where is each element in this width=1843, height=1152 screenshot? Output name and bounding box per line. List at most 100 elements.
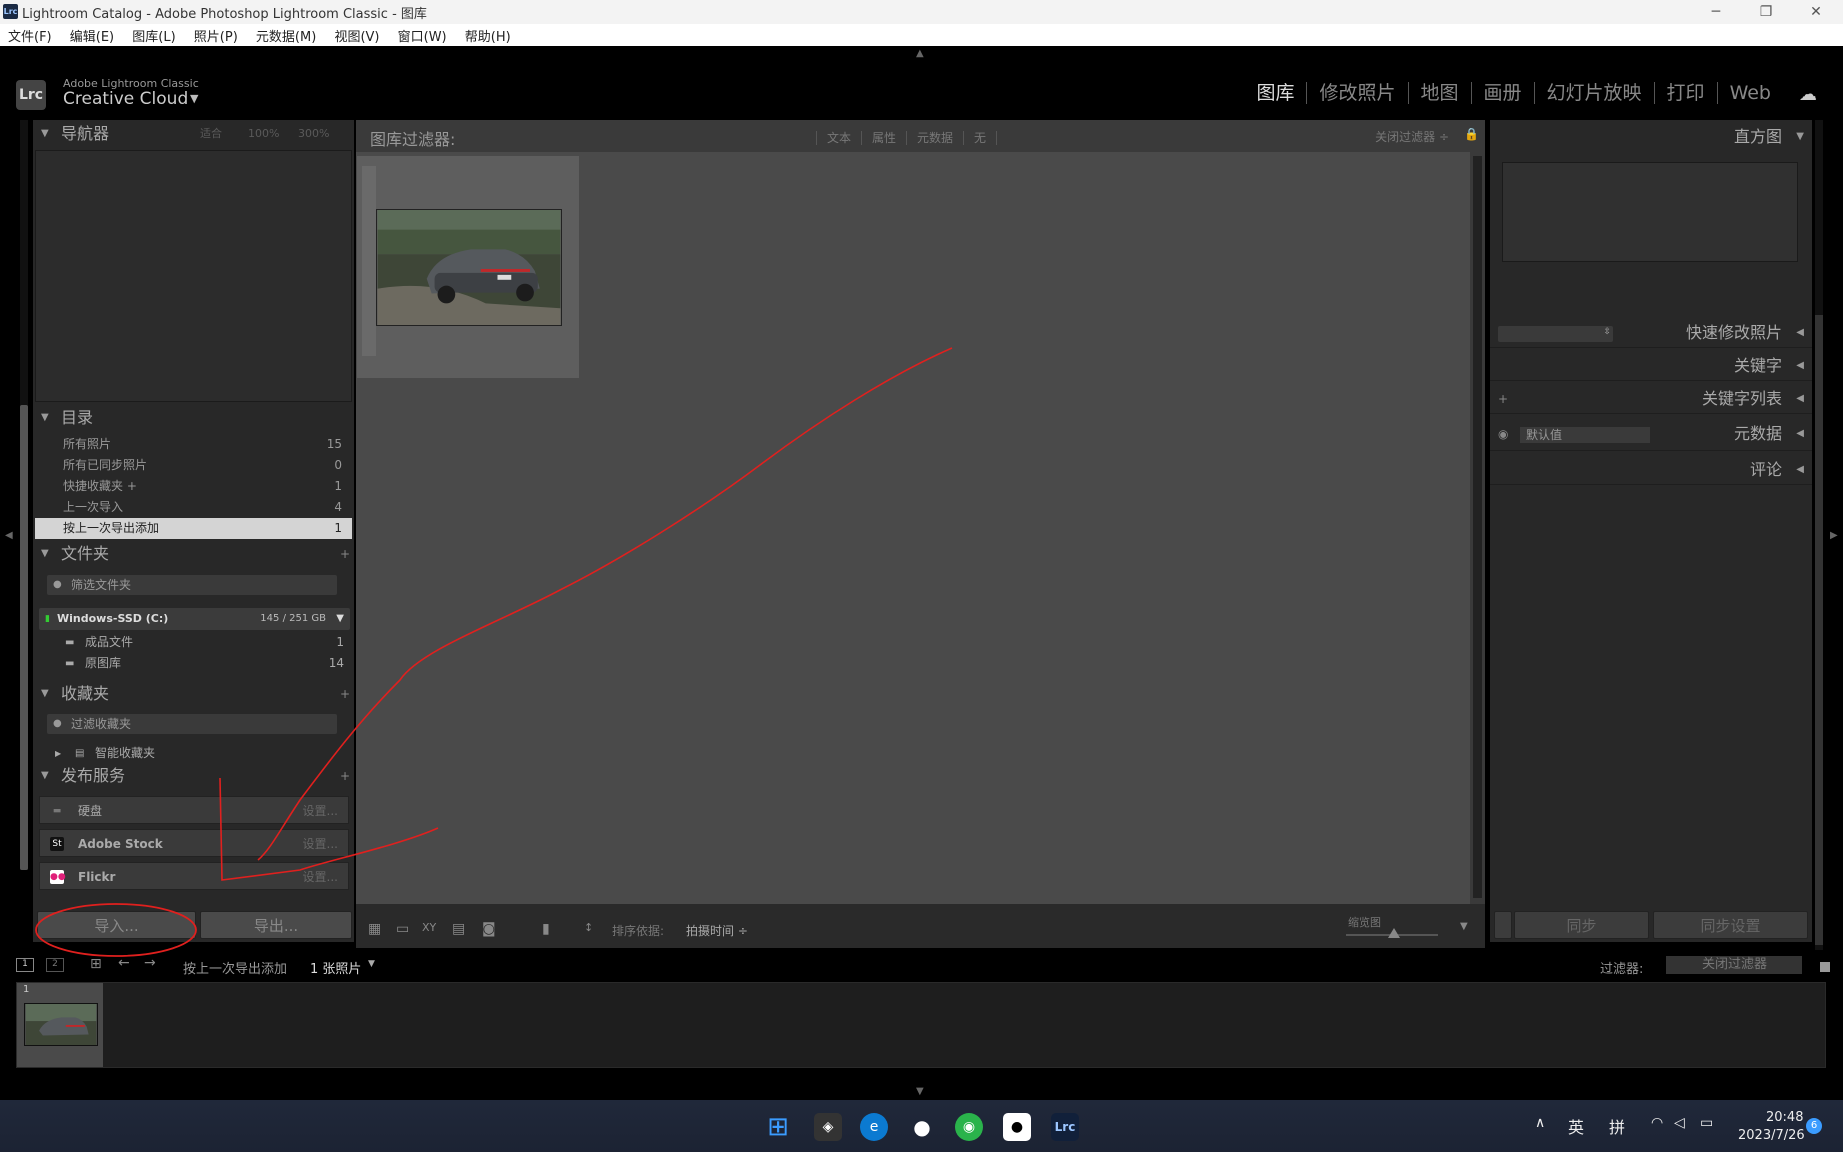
filter-preset-dropdown[interactable]: 关闭过滤器 ÷ <box>1375 128 1449 145</box>
widgets-icon[interactable]: ◈ <box>814 1113 842 1141</box>
catalog-header[interactable]: ▼ 目录 <box>33 404 354 432</box>
left-panel-toggle-icon[interactable]: ◀ <box>5 530 13 541</box>
volume-row[interactable]: ▮ Windows-SSD (C:) 145 / 251 GB ▼ <box>39 608 350 630</box>
zoom-fit[interactable]: 适合 <box>200 120 222 148</box>
filter-attribute[interactable]: 属性 <box>861 131 907 145</box>
right-panel-scrollbar[interactable] <box>1815 120 1823 950</box>
wifi-icon[interactable]: ◠ <box>1651 1115 1663 1131</box>
menu-view[interactable]: 视图(V) <box>326 24 379 45</box>
eye-icon[interactable]: ◉ <box>1498 419 1508 449</box>
notification-badge[interactable]: 6 <box>1806 1118 1822 1134</box>
clock-time[interactable]: 20:48 <box>1766 1110 1803 1125</box>
folders-header[interactable]: ▼ 文件夹 + <box>33 540 354 568</box>
setup-button[interactable]: 设置... <box>303 863 338 891</box>
forward-arrow-icon[interactable]: → <box>144 955 156 971</box>
export-button[interactable]: 导出... <box>200 911 352 939</box>
catalog-item[interactable]: 所有已同步照片 0 <box>35 455 352 476</box>
histogram-header[interactable]: 直方图 ▼ <box>1490 122 1812 152</box>
people-view-icon[interactable]: ◙ <box>482 921 496 937</box>
add-publish-service-icon[interactable]: + <box>340 762 350 790</box>
folder-item[interactable]: ▬ 原图库 14 <box>39 653 350 674</box>
expand-triangle-icon[interactable]: ▶ <box>55 743 61 764</box>
catalog-item[interactable]: 所有照片 15 <box>35 434 352 455</box>
volume-icon[interactable]: ◁ <box>1674 1115 1685 1131</box>
sort-dropdown[interactable]: 拍摄时间 ÷ <box>686 922 748 939</box>
filter-none[interactable]: 无 <box>963 131 998 145</box>
brand-dropdown-icon[interactable]: ▼ <box>190 92 198 105</box>
setup-button[interactable]: 设置... <box>303 830 338 858</box>
lock-icon[interactable]: 🔒 <box>1464 127 1479 141</box>
comments-header[interactable]: 评论 ◀ <box>1490 455 1812 485</box>
keyword-list-header[interactable]: + 关键字列表 ◀ <box>1490 384 1812 414</box>
filter-metadata[interactable]: 元数据 <box>906 131 964 145</box>
lightroom-taskbar-icon[interactable]: Lrc <box>1051 1113 1079 1141</box>
folder-item[interactable]: ▬ 成品文件 1 <box>39 632 350 653</box>
collections-header[interactable]: ▼ 收藏夹 + <box>33 680 354 708</box>
menu-photo[interactable]: 照片(P) <box>186 24 238 45</box>
publish-service-hard-drive[interactable]: ▬ 硬盘 设置... <box>39 796 349 824</box>
add-folder-icon[interactable]: + <box>340 540 350 568</box>
toolbar-menu-icon[interactable]: ▼ <box>1460 921 1468 935</box>
sync-settings-button[interactable]: 同步设置 <box>1653 911 1808 939</box>
maximize-button[interactable]: ❐ <box>1743 0 1789 24</box>
quick-develop-header[interactable]: 快速修改照片 ◀ <box>1490 318 1812 348</box>
back-arrow-icon[interactable]: ← <box>118 955 130 971</box>
right-panel-toggle-icon[interactable]: ▶ <box>1830 530 1838 541</box>
navigator-header[interactable]: ▼ 导航器 适合 100% 300% <box>33 120 354 148</box>
filmstrip-filter-select[interactable]: 关闭过滤器 <box>1666 956 1802 974</box>
smart-collection-set[interactable]: ▶ ▤ 智能收藏夹 <box>39 743 350 764</box>
volume-dropdown-icon[interactable]: ▼ <box>336 608 344 630</box>
filmstrip-photo-count[interactable]: 1 张照片 <box>310 958 361 977</box>
publish-service-adobe-stock[interactable]: St Adobe Stock 设置... <box>39 829 349 857</box>
painter-icon[interactable]: ▮ <box>542 921 550 937</box>
grid-scrollbar[interactable] <box>1470 152 1485 904</box>
keywording-header[interactable]: 关键字 ◀ <box>1490 351 1812 381</box>
menu-window[interactable]: 窗口(W) <box>390 24 447 45</box>
module-book[interactable]: 画册 <box>1472 82 1535 104</box>
catalog-item[interactable]: 快捷收藏夹 +1 <box>35 476 352 497</box>
cloud-sync-icon[interactable]: ☁ <box>1799 84 1823 105</box>
wechat-icon[interactable]: ◉ <box>955 1113 983 1141</box>
primary-window-button[interactable]: 1 <box>16 958 34 972</box>
battery-icon[interactable]: ▭ <box>1700 1115 1713 1131</box>
qq-penguin-icon[interactable]: ● <box>1003 1113 1031 1141</box>
module-print[interactable]: 打印 <box>1655 82 1718 104</box>
filter-text[interactable]: 文本 <box>816 131 862 145</box>
menu-library[interactable]: 图库(L) <box>124 24 175 45</box>
clock-date[interactable]: 2023/7/26 <box>1738 1128 1805 1143</box>
slider-handle[interactable] <box>1388 928 1400 938</box>
survey-view-icon[interactable]: ▤ <box>452 921 465 937</box>
collection-search-input[interactable]: ● 过滤收藏夹 <box>47 714 337 734</box>
brand-creative-cloud[interactable]: Creative Cloud <box>63 89 188 109</box>
compare-view-icon[interactable]: XY <box>422 921 436 935</box>
tray-overflow-icon[interactable]: ∧ <box>1535 1115 1545 1131</box>
left-panel-scrollbar[interactable] <box>20 120 28 870</box>
add-keyword-icon[interactable]: + <box>1498 384 1508 414</box>
catalog-item[interactable]: 上一次导入 4 <box>35 497 352 518</box>
add-collection-icon[interactable]: + <box>340 680 350 708</box>
minimize-button[interactable]: ─ <box>1693 0 1739 24</box>
collapse-bottom-arrow-icon[interactable]: ▼ <box>916 1086 924 1097</box>
collapse-top-arrow-icon[interactable]: ▲ <box>916 48 924 59</box>
input-language[interactable]: 英 <box>1568 1114 1584 1138</box>
filmstrip[interactable] <box>16 982 1826 1068</box>
zoom-300[interactable]: 300% <box>298 120 329 148</box>
count-dropdown-icon[interactable]: ▼ <box>368 959 375 969</box>
filmstrip-photo[interactable] <box>24 1003 98 1046</box>
menu-metadata[interactable]: 元数据(M) <box>248 24 316 45</box>
sort-direction-icon[interactable]: ↕ <box>584 921 593 935</box>
filter-lock-icon[interactable] <box>1820 962 1830 972</box>
grid-view-icon[interactable]: ▦ <box>368 921 381 937</box>
auto-sync-toggle[interactable] <box>1494 911 1512 939</box>
filmstrip-source[interactable]: 按上一次导出添加 <box>183 958 287 977</box>
import-button[interactable]: 导入... <box>37 911 196 939</box>
qq-icon[interactable]: ● <box>908 1113 936 1141</box>
edge-browser-icon[interactable]: e <box>860 1113 888 1141</box>
close-button[interactable]: ✕ <box>1793 0 1839 24</box>
catalog-item-selected[interactable]: 按上一次导出添加 1 <box>35 518 352 539</box>
sync-button[interactable]: 同步 <box>1514 911 1649 939</box>
navigator-preview[interactable] <box>35 150 352 402</box>
publish-services-header[interactable]: ▼ 发布服务 + <box>33 762 354 790</box>
menu-edit[interactable]: 编辑(E) <box>62 24 114 45</box>
start-icon[interactable]: ⊞ <box>764 1113 792 1141</box>
